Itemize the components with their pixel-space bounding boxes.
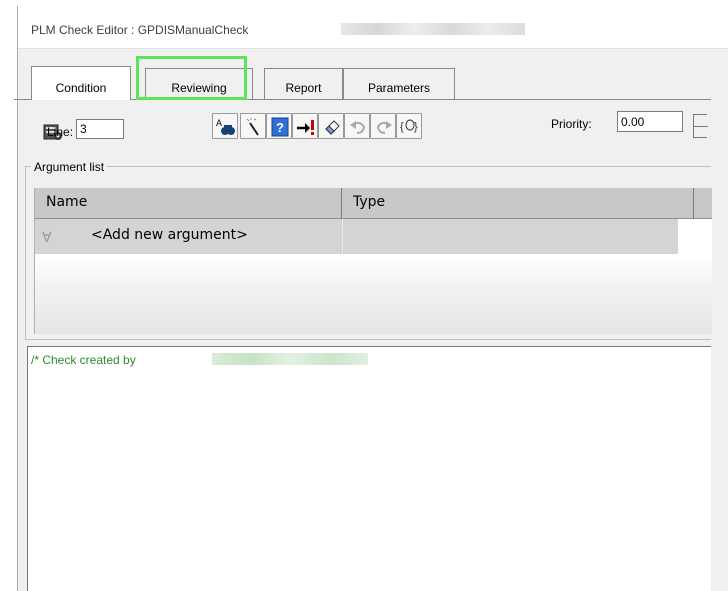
redo-icon [376, 121, 392, 134]
goto-error-button[interactable] [292, 113, 318, 139]
svg-text:A: A [216, 118, 222, 128]
redacted-title-suffix [341, 23, 525, 35]
new-argument-row[interactable]: ∀ <Add new argument> [35, 219, 678, 254]
line-label: Line: [47, 125, 74, 139]
new-argument-text: <Add new argument> [91, 227, 248, 243]
window-title: PLM Check Editor : GPDISManualCheck [31, 23, 249, 37]
tab-reviewing[interactable]: Reviewing [145, 68, 253, 99]
column-header-extra [694, 188, 712, 219]
expand-code-icon: { } [400, 119, 418, 133]
line-input[interactable] [76, 119, 124, 139]
column-header-name-label: Name [46, 194, 88, 210]
column-header-name[interactable]: Name [35, 188, 342, 219]
redacted-author [212, 353, 368, 365]
title-bar: PLM Check Editor : GPDISManualCheck [18, 6, 728, 49]
tab-parameters[interactable]: Parameters [343, 68, 455, 99]
priority-input[interactable] [617, 111, 683, 132]
code-editor[interactable]: /* Check created by [27, 346, 711, 591]
priority-spinner[interactable] [693, 114, 708, 138]
argument-list-legend: Argument list [31, 160, 108, 174]
help-icon: ? [271, 117, 289, 137]
argument-grid: Name Type ∀ <Add new argument> [34, 188, 712, 334]
magic-wand-icon [246, 118, 259, 136]
column-header-type-label: Type [353, 194, 386, 210]
tab-report[interactable]: Report [264, 68, 343, 99]
column-header-type[interactable]: Type [342, 188, 694, 219]
tab-condition-label: Condition [55, 81, 107, 95]
help-button[interactable]: ? [266, 113, 292, 139]
grid-empty-area [35, 254, 712, 334]
find-button[interactable]: A [212, 113, 238, 139]
tab-parameters-label: Parameters [367, 81, 431, 95]
tab-condition[interactable]: Condition [31, 66, 131, 100]
cell-separator [342, 219, 343, 254]
expand-code-button[interactable]: { } [396, 113, 422, 139]
undo-button[interactable] [344, 113, 370, 139]
editor-comment: /* Check created by [31, 353, 136, 367]
magic-wand-button[interactable] [240, 113, 266, 139]
redo-button[interactable] [370, 113, 396, 139]
tab-report-label: Report [285, 81, 322, 95]
svg-text:?: ? [276, 120, 284, 135]
new-row-indicator-icon: ∀ [42, 229, 52, 245]
tab-reviewing-label: Reviewing [171, 81, 227, 95]
eraser-icon [325, 120, 340, 135]
priority-label: Priority: [551, 117, 592, 131]
eraser-button[interactable] [318, 113, 344, 139]
undo-icon [350, 121, 366, 134]
goto-error-icon [297, 120, 314, 135]
svg-text:}: } [414, 121, 418, 133]
find-icon: A [216, 118, 235, 135]
svg-text:{: { [400, 121, 404, 133]
